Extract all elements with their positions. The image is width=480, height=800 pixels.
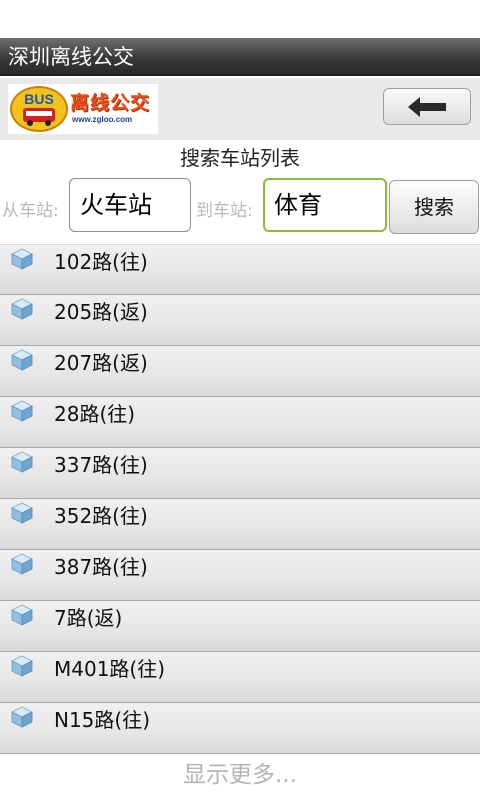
- from-station-label: 从车站:: [2, 201, 59, 221]
- logo-bus-text: BUS: [24, 91, 54, 107]
- cube-icon: [10, 399, 34, 423]
- logo-url: www.zgloo.com: [72, 115, 133, 124]
- route-label: 205路(返): [54, 300, 148, 324]
- arrow-left-icon: [408, 97, 446, 117]
- route-label: 207路(返): [54, 351, 148, 375]
- route-label: 387路(往): [54, 555, 148, 579]
- list-item[interactable]: 102路(往): [0, 244, 480, 295]
- window-title: 深圳离线公交: [0, 38, 480, 76]
- list-item[interactable]: 207路(返): [0, 346, 480, 397]
- cube-icon: [10, 501, 34, 525]
- cube-icon: [10, 654, 34, 678]
- search-button[interactable]: 搜索: [389, 180, 479, 234]
- list-item[interactable]: 28路(往): [0, 397, 480, 448]
- list-title: 搜索车站列表: [180, 146, 300, 170]
- route-label: M401路(往): [54, 657, 166, 681]
- result-list: 102路(往) 205路(返) 207路(返) 28路(往) 337路(往) 352路(往…: [0, 244, 480, 754]
- list-item[interactable]: N15路(往): [0, 703, 480, 754]
- app-header: BUS 离线公交 www.zgloo.com: [0, 78, 480, 140]
- to-station-label: 到车站:: [196, 201, 253, 221]
- bus-logo-icon: BUS: [10, 86, 68, 132]
- list-item[interactable]: 7路(返): [0, 601, 480, 652]
- route-label: 352路(往): [54, 504, 148, 528]
- cube-icon: [10, 297, 34, 321]
- list-item[interactable]: 352路(往): [0, 499, 480, 550]
- route-label: 7路(返): [54, 606, 123, 630]
- cube-icon: [10, 450, 34, 474]
- cube-icon: [10, 603, 34, 627]
- list-item[interactable]: M401路(往): [0, 652, 480, 703]
- route-label: 102路(往): [54, 250, 148, 274]
- cube-icon: [10, 247, 34, 271]
- back-button[interactable]: [383, 88, 471, 125]
- search-row: 从车站: 火车站 到车站: 体育 搜索: [0, 176, 480, 238]
- status-bar: [0, 0, 480, 39]
- list-item[interactable]: 205路(返): [0, 295, 480, 346]
- list-item[interactable]: 337路(往): [0, 448, 480, 499]
- route-label: 28路(往): [54, 402, 136, 426]
- route-label: 337路(往): [54, 453, 148, 477]
- list-item[interactable]: 387路(往): [0, 550, 480, 601]
- to-station-input[interactable]: 体育: [263, 178, 387, 232]
- logo-name: 离线公交: [70, 92, 151, 114]
- cube-icon: [10, 552, 34, 576]
- show-more-button[interactable]: 显示更多...: [0, 754, 480, 796]
- app-logo: BUS 离线公交 www.zgloo.com: [8, 84, 158, 134]
- cube-icon: [10, 705, 34, 729]
- cube-icon: [10, 348, 34, 372]
- route-label: N15路(往): [54, 708, 151, 732]
- from-station-input[interactable]: 火车站: [69, 178, 191, 232]
